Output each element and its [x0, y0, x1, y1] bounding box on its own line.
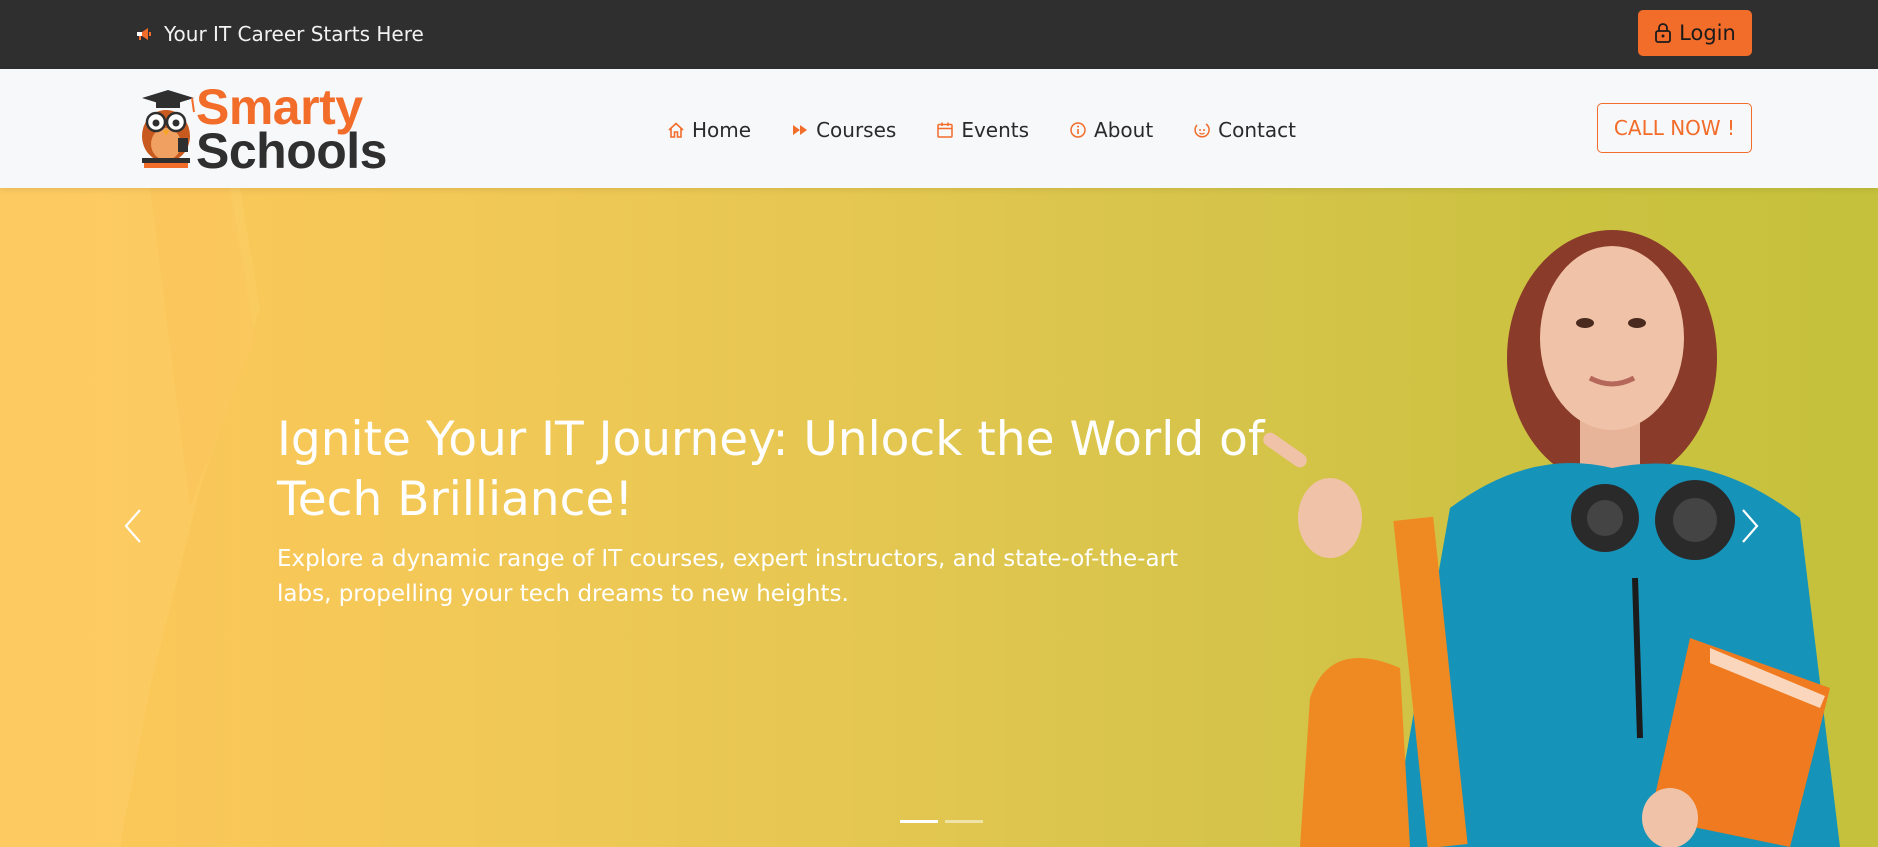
megaphone-icon [134, 24, 154, 44]
announcement: Your IT Career Starts Here [134, 20, 424, 48]
carousel-indicators [900, 820, 983, 823]
nav-label: Events [961, 118, 1030, 142]
carousel-indicator-1[interactable] [900, 820, 938, 823]
nav-item-contact[interactable]: Contact [1193, 118, 1296, 142]
nav-item-courses[interactable]: Courses [791, 118, 896, 142]
carousel-prev-button[interactable] [120, 506, 150, 546]
info-icon [1070, 122, 1086, 138]
chevron-right-icon [1742, 509, 1759, 543]
main-navbar: Smarty Schools Home Courses Events About… [0, 69, 1878, 188]
chevron-left-icon [124, 509, 141, 543]
owl-mascot-icon [142, 90, 195, 168]
hero-title: Ignite Your IT Journey: Unlock the World… [277, 412, 1265, 527]
nav-label: About [1094, 118, 1154, 142]
brand-logo[interactable]: Smarty Schools [134, 82, 387, 176]
nav-label: Courses [816, 118, 897, 142]
nav-item-events[interactable]: Events [936, 118, 1029, 142]
hero-description: Explore a dynamic range of IT courses, e… [277, 546, 1179, 607]
login-button[interactable]: Login [1638, 10, 1752, 56]
top-bar: Your IT Career Starts Here Login [0, 0, 1878, 69]
fast-forward-icon [793, 125, 808, 135]
lock-icon [1655, 23, 1672, 43]
contact-icon [1194, 123, 1210, 138]
carousel-indicator-2[interactable] [945, 820, 983, 823]
nav-menu: Home Courses Events About Contact [667, 116, 1296, 144]
nav-item-about[interactable]: About [1069, 118, 1153, 142]
hero-background-pattern [0, 188, 260, 847]
nav-label: Home [692, 118, 752, 142]
login-label: Login [1679, 21, 1736, 45]
announcement-text: Your IT Career Starts Here [164, 22, 424, 46]
calendar-icon [937, 122, 954, 138]
home-icon [668, 122, 684, 138]
nav-item-home[interactable]: Home [667, 118, 751, 142]
student-photo [1263, 230, 1840, 847]
carousel-next-button[interactable] [1733, 506, 1763, 546]
nav-label: Contact [1218, 118, 1296, 142]
call-now-button[interactable]: CALL NOW ! [1597, 103, 1752, 153]
brand-name-line2: Schools [196, 123, 387, 179]
hero-carousel: Ignite Your IT Journey: Unlock the World… [0, 188, 1878, 847]
